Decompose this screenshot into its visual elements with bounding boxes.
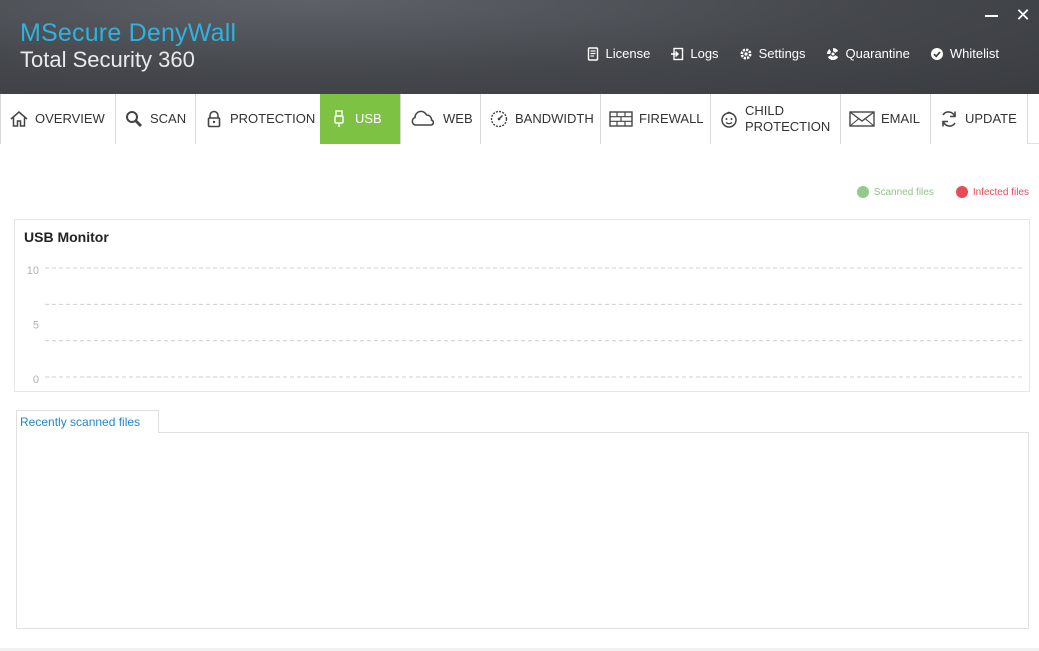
logs-label: Logs: [690, 46, 719, 61]
quarantine-link[interactable]: Quarantine: [826, 46, 910, 61]
tab-protection-label: PROTECTION: [230, 111, 316, 126]
chart-legend: Scanned files Infected files: [856, 186, 1029, 198]
close-button[interactable]: ✕: [1015, 5, 1031, 25]
brand-name: MSecure DenyWall: [20, 19, 237, 47]
tab-firewall[interactable]: FIREWALL: [600, 94, 711, 144]
tab-bandwidth[interactable]: BANDWIDTH: [480, 94, 601, 144]
settings-label: Settings: [758, 46, 806, 61]
tab-firewall-label: FIREWALL: [639, 111, 704, 126]
gear-icon: [740, 48, 752, 59]
recent-scanned-list: [16, 432, 1029, 629]
settings-link[interactable]: Settings: [739, 46, 806, 61]
top-menu: License Logs Settings Quarantine Whiteli…: [586, 46, 999, 61]
usb-icon: [334, 110, 344, 127]
magnifier-icon: [126, 111, 142, 127]
license-link[interactable]: License: [586, 46, 651, 61]
home-icon: [10, 111, 28, 127]
y-tick-label: 5: [33, 320, 39, 332]
quarantine-icon: [826, 47, 838, 60]
y-tick-label: 0: [33, 374, 39, 386]
quarantine-label: Quarantine: [845, 46, 910, 61]
tab-child-protection[interactable]: CHILD PROTECTION: [710, 94, 841, 144]
minimize-icon: [985, 15, 998, 17]
legend-infected: Infected files: [955, 186, 1029, 198]
tab-usb[interactable]: USB: [320, 94, 401, 144]
recent-scanned-tab[interactable]: Recently scanned files: [16, 410, 159, 433]
refresh-icon: [942, 111, 956, 127]
tab-email-label: EMAIL: [881, 111, 921, 126]
speedometer-icon: [490, 110, 508, 128]
usb-monitor-panel: USB Monitor 10 5 0: [14, 219, 1030, 392]
lock-icon: [207, 110, 221, 128]
tab-usb-label: USB: [355, 111, 382, 126]
minimize-button[interactable]: [985, 5, 1001, 25]
tab-overview-label: OVERVIEW: [35, 111, 105, 126]
tab-overview[interactable]: OVERVIEW: [0, 94, 116, 144]
y-tick-label: 10: [27, 265, 39, 277]
tab-scan-label: SCAN: [150, 111, 187, 126]
tab-bandwidth-label: BANDWIDTH: [515, 111, 594, 126]
child-face-icon: [721, 111, 737, 128]
brand-product: Total Security 360: [20, 47, 195, 72]
legend-scanned: Scanned files: [856, 186, 934, 198]
brick-wall-icon: [609, 111, 633, 127]
cloud-icon: [411, 110, 435, 126]
legend-scanned-dot: [856, 186, 869, 198]
legend-infected-dot: [955, 186, 968, 198]
legend-scanned-label: Scanned files: [873, 186, 934, 198]
tab-protection[interactable]: PROTECTION: [195, 94, 321, 144]
check-circle-icon: [930, 47, 943, 60]
license-label: License: [605, 46, 651, 61]
main-tabs: OVERVIEW SCAN PROTECTION USB WEB BANDWID…: [0, 94, 1039, 144]
title-bar: MSecure DenyWall Total Security 360 ✕ Li…: [0, 0, 1039, 94]
whitelist-label: Whitelist: [949, 46, 999, 61]
tab-web[interactable]: WEB: [400, 94, 481, 144]
envelope-icon: [849, 111, 875, 127]
logs-icon: [671, 47, 684, 60]
legend-infected-label: Infected files: [972, 186, 1029, 198]
tab-child-label-line2: PROTECTION: [745, 119, 831, 134]
tab-update[interactable]: UPDATE: [930, 94, 1028, 144]
tab-web-label: WEB: [443, 111, 473, 126]
window-controls: ✕: [985, 5, 1031, 25]
tab-update-label: UPDATE: [965, 111, 1017, 126]
tab-child-label-line1: CHILD: [745, 103, 785, 118]
license-icon: [587, 46, 598, 61]
whitelist-link[interactable]: Whitelist: [930, 46, 999, 61]
tab-scan[interactable]: SCAN: [115, 94, 196, 144]
tab-child-protection-label: CHILD PROTECTION: [745, 103, 830, 135]
tab-email[interactable]: EMAIL: [840, 94, 931, 144]
usb-monitor-chart: 10 5 0: [27, 265, 1025, 386]
logs-link[interactable]: Logs: [670, 46, 719, 61]
